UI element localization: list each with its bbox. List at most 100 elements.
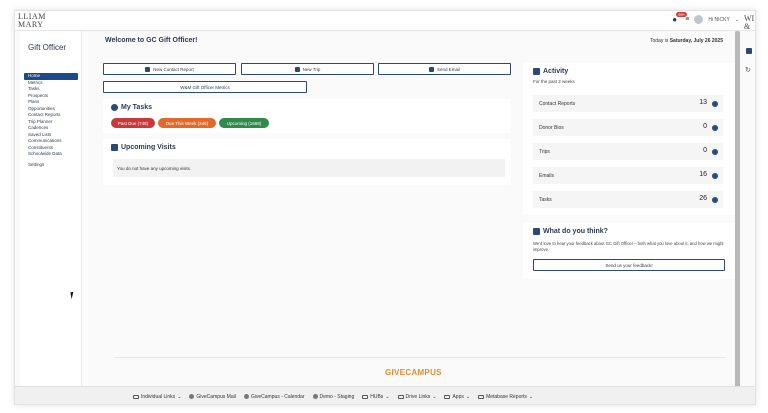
chevron-down-icon[interactable]: ⌄: [735, 17, 739, 23]
activity-title-text: Activity: [543, 68, 569, 75]
today-prefix: Today is: [649, 38, 669, 44]
bookmark-label: Drive Links: [405, 393, 431, 400]
gift-officer-metrics-button[interactable]: W&M Gift Officer Metrics: [103, 81, 307, 93]
my-tasks-card: My Tasks Past Due (748) Due This Week (2…: [103, 99, 511, 133]
chevron-down-icon: ⌄: [528, 393, 534, 400]
sidebar-nav: Home Metrics Tasks Prospects Plans Oppor…: [24, 73, 78, 169]
activity-count: 26: [699, 195, 707, 202]
bookmark-drive-links[interactable]: Drive Links ⌄: [397, 393, 437, 400]
activity-label: Tasks: [539, 197, 552, 203]
activity-count: 16: [699, 171, 707, 178]
sidebar: Gift Officer Home Metrics Tasks Prospect…: [20, 31, 82, 386]
my-tasks-title-text: My Tasks: [121, 104, 152, 111]
scrollbar-thumb[interactable]: [735, 31, 740, 389]
bookmark-hubs[interactable]: HUBs ⌄: [362, 393, 390, 400]
chart-icon: [533, 68, 540, 75]
info-icon[interactable]: [712, 148, 718, 155]
upcoming-visits-title-text: Upcoming Visits: [121, 144, 176, 151]
activity-label: Donor Bios: [539, 125, 564, 131]
avatar[interactable]: [694, 15, 704, 24]
send-feedback-button[interactable]: Send us your feedback!: [533, 259, 725, 271]
top-right-controls: ● 99+ ≡ Hi NICKY ⌄: [672, 12, 739, 24]
activity-count: 0: [703, 147, 707, 154]
bookmark-label: Demo - Staging: [319, 393, 355, 400]
menu-lines-icon[interactable]: ≡: [685, 16, 689, 23]
school-logo[interactable]: LLIAM MARY: [18, 13, 46, 29]
document-icon: [145, 66, 151, 72]
activity-label: Contact Reports: [539, 101, 576, 107]
chevron-down-icon: ⌄: [177, 393, 182, 400]
adjacent-window-strip: WI & ↻: [742, 10, 768, 405]
feedback-card: What do you think? We'd love to hear you…: [523, 223, 735, 279]
today-date-value: Saturday, July 26 2025: [669, 38, 723, 44]
activity-title: Activity: [533, 68, 568, 75]
activity-row-contact-reports[interactable]: Contact Reports 13: [533, 95, 723, 112]
folder-icon: [362, 394, 369, 399]
bookmark-label: Individual Links: [141, 393, 176, 400]
bookmark-individual-links[interactable]: Individual Links ⌄: [133, 394, 181, 400]
user-greeting[interactable]: Hi NICKY: [708, 17, 729, 23]
send-email-label: Send Email: [436, 66, 460, 72]
info-icon[interactable]: [712, 172, 718, 179]
activity-row-emails[interactable]: Emails 16: [533, 167, 723, 184]
activity-label: Trips: [539, 149, 550, 155]
bookmark-label: GiveCampus - Calendar: [250, 393, 305, 400]
send-email-button[interactable]: Send Email: [378, 63, 511, 75]
map-icon: [111, 144, 118, 151]
bookmark-label: Apps: [452, 393, 464, 400]
bookmark-givecampus-mail[interactable]: GiveCampus Mail: [189, 393, 236, 400]
adjacent-school-logo: WI &: [744, 14, 755, 31]
folder-icon: [397, 394, 404, 399]
site-icon: [189, 394, 195, 399]
suitcase-icon: [294, 66, 300, 72]
feedback-title-text: What do you think?: [543, 228, 608, 235]
activity-count: 13: [699, 99, 707, 106]
chevron-down-icon: ⌄: [385, 393, 390, 400]
info-icon[interactable]: [712, 124, 718, 131]
new-contact-report-button[interactable]: New Contact Report: [103, 63, 236, 75]
upcoming-visits-title: Upcoming Visits: [111, 144, 176, 151]
upcoming-badge[interactable]: Upcoming (1669): [219, 118, 269, 128]
sidebar-title: Gift Officer: [28, 43, 67, 52]
new-trip-button[interactable]: New Trip: [241, 63, 374, 75]
sidebar-item-schoolwide-data[interactable]: Schoolwide Data: [24, 151, 78, 162]
notification-bell-icon[interactable]: ● 99+: [672, 12, 688, 24]
refresh-icon[interactable]: ↻: [745, 66, 751, 74]
footer-divider: [115, 357, 725, 358]
new-trip-label: New Trip: [302, 66, 321, 72]
folder-icon: [444, 394, 451, 399]
bookmark-apps[interactable]: Apps ⌄: [444, 394, 470, 400]
page-title: Welcome to GC Gift Officer!: [105, 37, 198, 44]
sidebar-panel-icon[interactable]: [746, 48, 752, 54]
past-due-badge[interactable]: Past Due (748): [111, 118, 155, 128]
info-icon[interactable]: [712, 100, 718, 107]
site-icon: [312, 394, 318, 399]
browser-window: LLIAM MARY ● 99+ ≡ Hi NICKY ⌄ Gift Office…: [14, 10, 756, 405]
envelope-icon: [428, 66, 434, 72]
bookmark-demo-staging[interactable]: Demo - Staging: [312, 393, 355, 400]
page-scrollbar[interactable]: [735, 31, 740, 404]
bookmark-label: HUBs: [370, 393, 384, 400]
main-content: Welcome to GC Gift Officer! Today is Sat…: [85, 31, 735, 386]
bookmarks-bar: Individual Links ⌄ GiveCampus Mail GiveCa…: [15, 386, 755, 404]
bookmark-metabase-reports[interactable]: Metabase Reports ⌄: [478, 394, 533, 400]
bookmark-givecampus-calendar[interactable]: GiveCampus - Calendar: [243, 393, 305, 400]
info-icon[interactable]: [712, 196, 718, 203]
activity-row-donor-bios[interactable]: Donor Bios 0: [533, 119, 723, 136]
activity-subtitle: For the past 2 weeks: [533, 79, 575, 84]
sidebar-item-settings[interactable]: Settings: [24, 162, 78, 169]
upcoming-visits-card: Upcoming Visits You do not have any upco…: [103, 139, 511, 185]
bookmark-label: Metabase Reports: [486, 393, 527, 400]
site-icon: [243, 394, 249, 399]
givecampus-logo: GIVECAMPUS: [385, 368, 442, 377]
megaphone-icon: [533, 228, 540, 235]
folder-icon: [133, 394, 139, 399]
today-date: Today is Saturday, July 26 2025: [650, 38, 723, 44]
activity-row-tasks[interactable]: Tasks 26: [533, 191, 723, 208]
notification-badge: 99+: [676, 12, 688, 17]
chevron-down-icon: ⌄: [432, 393, 437, 400]
folder-icon: [478, 394, 485, 399]
due-this-week-badge[interactable]: Due This Week (246): [158, 118, 216, 128]
bookmark-label: GiveCampus Mail: [196, 393, 236, 400]
activity-row-trips[interactable]: Trips 0: [533, 143, 723, 160]
